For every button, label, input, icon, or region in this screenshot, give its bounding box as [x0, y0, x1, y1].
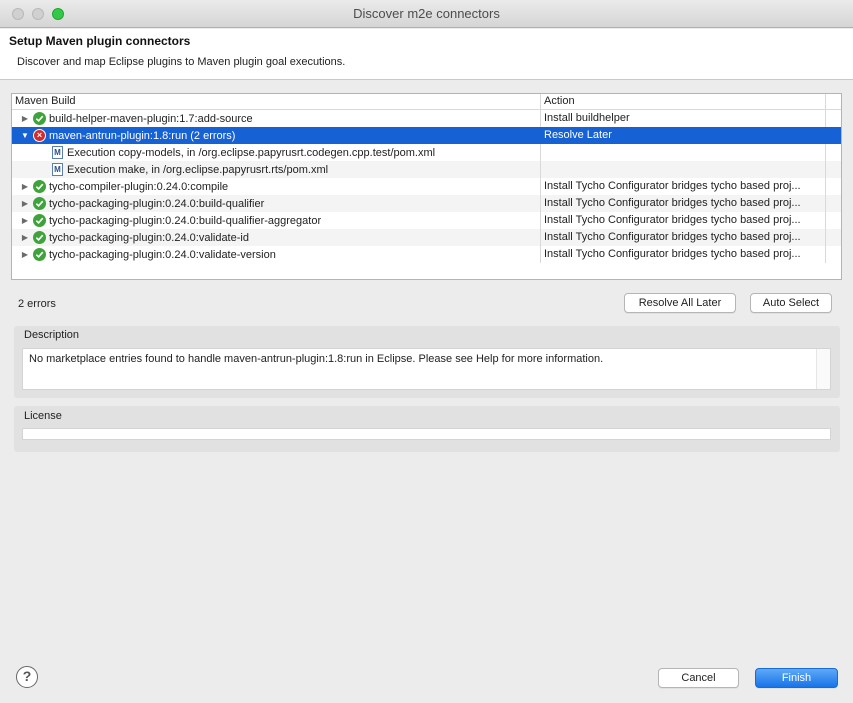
row-label: Execution make, in /org.eclipse.papyrusr… — [67, 163, 329, 176]
table-body: ▶ build-helper-maven-plugin:1.7:add-sourc… — [12, 110, 841, 263]
description-text-area[interactable]: No marketplace entries found to handle m… — [22, 348, 831, 390]
license-group: License — [14, 406, 840, 452]
license-label: License — [24, 410, 62, 422]
checkmark-icon — [33, 214, 46, 227]
action-cell[interactable]: Install Tycho Configurator bridges tycho… — [541, 212, 826, 229]
maven-build-cell: ▶ tycho-packaging-plugin:0.24.0:build-qua… — [12, 195, 541, 212]
filler-cell — [826, 127, 841, 144]
maven-build-cell: ▶ build-helper-maven-plugin:1.7:add-sourc… — [12, 110, 541, 127]
checkmark-icon — [33, 197, 46, 210]
tree-row[interactable]: ▶ tycho-compiler-plugin:0.24.0:compile Ins… — [12, 178, 841, 195]
filler-cell — [826, 161, 841, 178]
checkmark-icon — [33, 231, 46, 244]
expand-triangle-right-icon[interactable]: ▶ — [19, 198, 31, 210]
pom-file-icon: M — [52, 163, 63, 176]
action-cell[interactable]: Install Tycho Configurator bridges tycho… — [541, 229, 826, 246]
tree-row[interactable]: ▶ tycho-packaging-plugin:0.24.0:validate-… — [12, 246, 841, 263]
maven-build-cell: M Execution make, in /org.eclipse.papyrus… — [12, 161, 541, 178]
checkmark-icon — [33, 180, 46, 193]
maven-build-cell: ▶ tycho-packaging-plugin:0.24.0:validate-… — [12, 246, 541, 263]
tree-row[interactable]: ▶ build-helper-maven-plugin:1.7:add-sourc… — [12, 110, 841, 127]
tree-row[interactable]: ▼ × maven-antrun-plugin:1.8:run (2 errors)… — [12, 127, 841, 144]
finish-button[interactable]: Finish — [755, 668, 838, 688]
row-label: tycho-packaging-plugin:0.24.0:build-qual… — [49, 197, 265, 210]
error-count-label: 2 errors — [18, 298, 56, 310]
description-scrollbar[interactable] — [816, 349, 830, 389]
maven-build-cell: M Execution copy-models, in /org.eclipse.… — [12, 144, 541, 161]
page-description: Discover and map Eclipse plugins to Mave… — [17, 56, 346, 68]
tree-child-row[interactable]: M Execution make, in /org.eclipse.papyrus… — [12, 161, 841, 178]
action-cell — [541, 161, 826, 178]
row-label: build-helper-maven-plugin:1.7:add-source — [49, 112, 253, 125]
filler-cell — [826, 212, 841, 229]
row-label: tycho-packaging-plugin:0.24.0:validate-v… — [49, 248, 276, 261]
expand-triangle-right-icon[interactable]: ▶ — [19, 113, 31, 125]
column-header-action[interactable]: Action — [541, 94, 826, 110]
license-text-area[interactable] — [22, 428, 831, 440]
expand-triangle-down-icon[interactable]: ▼ — [19, 130, 31, 142]
description-group: Description No marketplace entries found… — [14, 326, 840, 398]
action-cell[interactable]: Install Tycho Configurator bridges tycho… — [541, 195, 826, 212]
help-icon[interactable]: ? — [16, 666, 38, 688]
column-header-maven-build[interactable]: Maven Build — [12, 94, 541, 110]
tree-row[interactable]: ▶ tycho-packaging-plugin:0.24.0:build-qua… — [12, 212, 841, 229]
table-header: Maven Build Action — [12, 94, 841, 110]
checkmark-icon — [33, 248, 46, 261]
action-cell[interactable]: Install Tycho Configurator bridges tycho… — [541, 178, 826, 195]
connectors-tree-table[interactable]: Maven Build Action ▶ build-helper-maven-p… — [11, 93, 842, 280]
tree-child-row[interactable]: M Execution copy-models, in /org.eclipse.… — [12, 144, 841, 161]
pom-file-icon: M — [52, 146, 63, 159]
row-label: tycho-packaging-plugin:0.24.0:validate-i… — [49, 231, 249, 244]
filler-cell — [826, 144, 841, 161]
maven-build-cell: ▶ tycho-packaging-plugin:0.24.0:build-qua… — [12, 212, 541, 229]
expand-triangle-right-icon[interactable]: ▶ — [19, 181, 31, 193]
description-text: No marketplace entries found to handle m… — [29, 353, 604, 365]
action-cell[interactable]: Install Tycho Configurator bridges tycho… — [541, 246, 826, 263]
window-title: Discover m2e connectors — [353, 6, 500, 21]
description-label: Description — [24, 329, 80, 341]
filler-cell — [826, 178, 841, 195]
action-cell[interactable]: Install buildhelper — [541, 110, 826, 127]
error-icon: × — [33, 129, 46, 142]
maven-build-cell: ▶ tycho-packaging-plugin:0.24.0:validate-… — [12, 229, 541, 246]
row-label: tycho-compiler-plugin:0.24.0:compile — [49, 180, 229, 193]
filler-cell — [826, 195, 841, 212]
action-cell — [541, 144, 826, 161]
expand-triangle-right-icon[interactable]: ▶ — [19, 215, 31, 227]
resolve-all-later-button[interactable]: Resolve All Later — [624, 293, 736, 313]
filler-cell — [826, 229, 841, 246]
title-bar: Discover m2e connectors — [0, 0, 853, 28]
row-label: tycho-packaging-plugin:0.24.0:build-qual… — [49, 214, 322, 227]
row-label: maven-antrun-plugin:1.8:run (2 errors) — [49, 129, 236, 142]
expand-triangle-right-icon[interactable]: ▶ — [19, 232, 31, 244]
column-header-filler — [826, 94, 841, 110]
auto-select-button[interactable]: Auto Select — [750, 293, 832, 313]
maven-build-cell: ▼ × maven-antrun-plugin:1.8:run (2 errors) — [12, 127, 541, 144]
page-title: Setup Maven plugin connectors — [9, 34, 191, 48]
maven-build-cell: ▶ tycho-compiler-plugin:0.24.0:compile — [12, 178, 541, 195]
filler-cell — [826, 110, 841, 127]
dialog-header: Setup Maven plugin connectors Discover a… — [0, 29, 853, 80]
action-cell[interactable]: Resolve Later — [541, 127, 826, 144]
cancel-button[interactable]: Cancel — [658, 668, 739, 688]
expand-triangle-right-icon[interactable]: ▶ — [19, 249, 31, 261]
filler-cell — [826, 246, 841, 263]
checkmark-icon — [33, 112, 46, 125]
tree-row[interactable]: ▶ tycho-packaging-plugin:0.24.0:build-qua… — [12, 195, 841, 212]
tree-row[interactable]: ▶ tycho-packaging-plugin:0.24.0:validate-… — [12, 229, 841, 246]
row-label: Execution copy-models, in /org.eclipse.p… — [67, 146, 436, 159]
